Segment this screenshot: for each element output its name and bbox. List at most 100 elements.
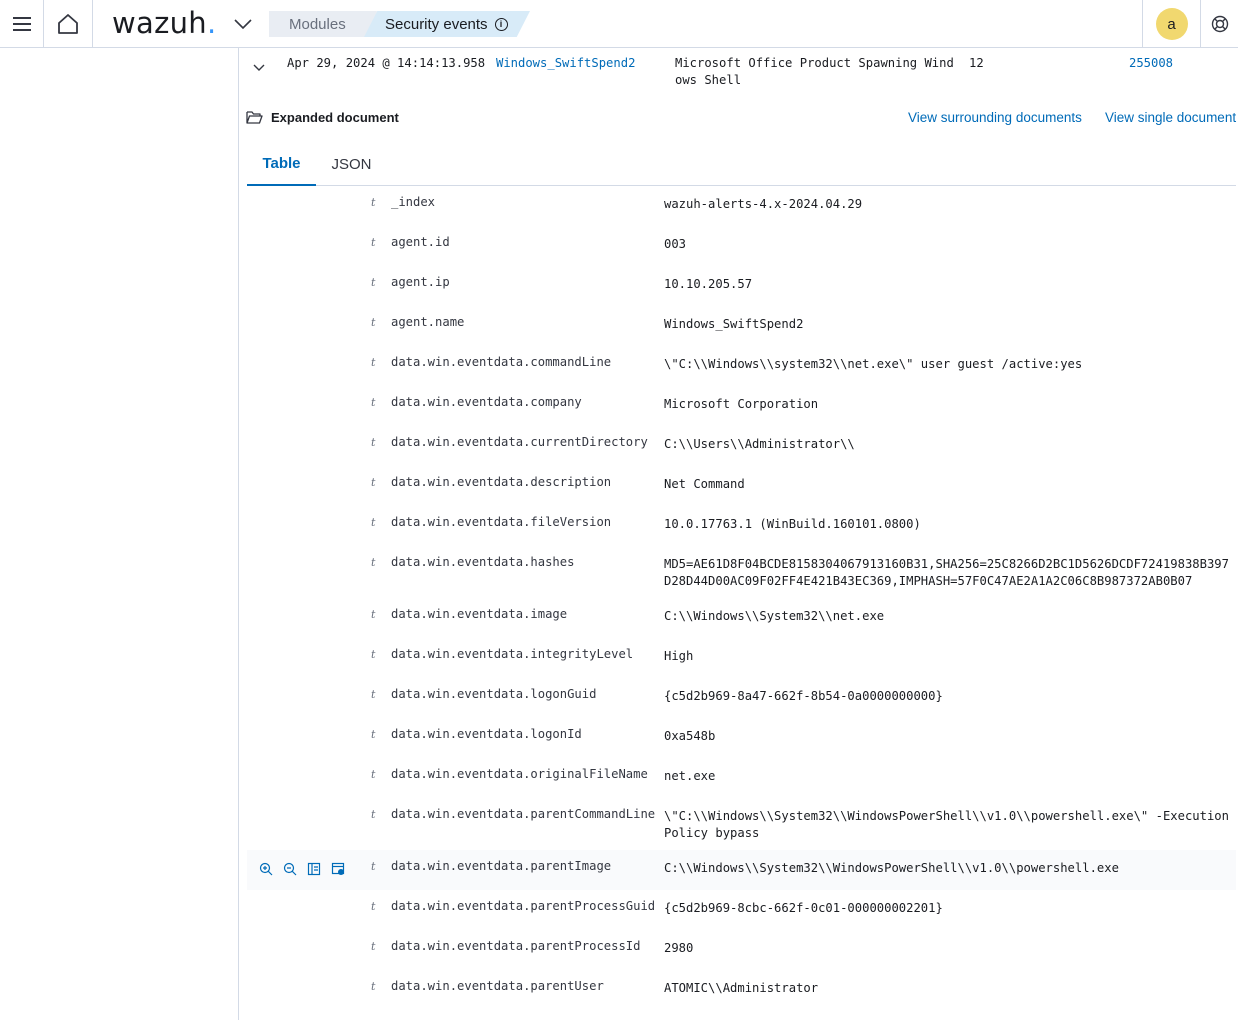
avatar-initial: a <box>1167 15 1176 33</box>
view-single-document-link[interactable]: View single document <box>1105 110 1236 125</box>
doc-view-tabs: Table JSON <box>247 142 1236 186</box>
event-level: 12 <box>969 56 984 70</box>
field-name: data.win.eventdata.originalFileName <box>391 767 648 781</box>
table-row[interactable]: t data.win.eventdata.parentProcessId 2980 <box>247 930 1236 970</box>
table-row[interactable]: t data.win.eventdata.image C:\\Windows\\Sy… <box>247 598 1236 638</box>
event-summary-row[interactable]: Apr 29, 2024 @ 14:14:13.958 Windows_Swif… <box>240 48 1238 96</box>
string-type-icon: t <box>371 316 376 329</box>
field-name: data.win.eventdata.fileVersion <box>391 515 612 529</box>
breadcrumb-modules[interactable]: Modules <box>269 11 377 37</box>
field-value-link[interactable]: 003 <box>664 236 1234 253</box>
field-name: data.win.eventdata.parentProcessId <box>391 939 641 953</box>
chevron-down-icon[interactable] <box>232 14 254 34</box>
string-type-icon: t <box>371 276 376 289</box>
event-agent-link[interactable]: Windows_SwiftSpend2 <box>496 56 635 70</box>
top-header: wazuh. Modules Security events i a <box>0 0 1238 48</box>
field-value: C:\\Windows\\System32\\WindowsPowerShell… <box>664 861 1119 875</box>
expanded-document-header: Expanded document View surrounding docum… <box>246 108 1238 130</box>
user-menu[interactable]: a <box>1142 0 1200 48</box>
string-type-icon: t <box>371 860 376 873</box>
event-rule-id-link[interactable]: 255008 <box>1129 56 1173 70</box>
table-row[interactable]: t _index wazuh-alerts-4.x-2024.04.29 <box>247 186 1236 226</box>
field-value: 10.10.205.57 <box>664 277 753 291</box>
document-fields-table: t _index wazuh-alerts-4.x-2024.04.29 t agent… <box>247 186 1236 1010</box>
field-name: data.win.eventdata.hashes <box>391 555 575 569</box>
field-value: C:\\Windows\\System32\\net.exe <box>664 609 885 623</box>
filter-for-value-icon[interactable] <box>259 862 273 876</box>
tab-json[interactable]: JSON <box>316 142 387 186</box>
field-value: {c5d2b969-8cbc-662f-0c01-000000002201} <box>664 901 943 915</box>
field-value: \"C:\\Windows\\System32\\WindowsPowerShe… <box>664 809 1229 840</box>
help-button[interactable] <box>1200 0 1238 48</box>
info-icon[interactable]: i <box>494 17 508 31</box>
avatar[interactable]: a <box>1155 8 1188 40</box>
table-row[interactable]: t data.win.eventdata.parentCommandLine \"C… <box>247 798 1236 850</box>
string-type-icon: t <box>371 900 376 913</box>
table-row[interactable]: t data.win.eventdata.logonGuid {c5d2b969-8… <box>247 678 1236 718</box>
field-name: data.win.eventdata.company <box>391 395 582 409</box>
field-value: C:\\Users\\Administrator\\ <box>664 437 855 451</box>
table-row[interactable]: t data.win.eventdata.company Microsoft Cor… <box>247 386 1236 426</box>
filter-exists-icon[interactable] <box>331 862 345 876</box>
event-timestamp: Apr 29, 2024 @ 14:14:13.958 <box>287 56 486 70</box>
table-row[interactable]: t data.win.eventdata.commandLine \"C:\\Win… <box>247 346 1236 386</box>
table-row[interactable]: t data.win.eventdata.originalFileName net.… <box>247 758 1236 798</box>
field-name: _index <box>391 195 436 209</box>
table-row[interactable]: t data.win.eventdata.parentUser ATOMIC\\Ad… <box>247 970 1236 1010</box>
logo-dot: . <box>206 6 217 40</box>
field-name: data.win.eventdata.commandLine <box>391 355 612 369</box>
table-row[interactable]: t data.win.eventdata.parentProcessGuid {c5… <box>247 890 1236 930</box>
wazuh-logo[interactable]: wazuh. <box>112 6 217 40</box>
field-value: 10.0.17763.1 (WinBuild.160101.0800) <box>664 517 921 531</box>
table-row[interactable]: t agent.id 003 <box>247 226 1236 266</box>
table-row[interactable]: t data.win.eventdata.hashes MD5=AE61D8F04B… <box>247 546 1236 598</box>
field-value: 0xa548b <box>664 729 716 743</box>
breadcrumb-security-events[interactable]: Security events i <box>364 11 530 37</box>
table-row[interactable]: t data.win.eventdata.fileVersion 10.0.1776… <box>247 506 1236 546</box>
string-type-icon: t <box>371 648 376 661</box>
field-value: wazuh-alerts-4.x-2024.04.29 <box>664 197 863 211</box>
field-value: MD5=AE61D8F04BCDE8158304067913160B31,SHA… <box>664 557 1229 588</box>
string-type-icon: t <box>371 556 376 569</box>
string-type-icon: t <box>371 728 376 741</box>
field-name: data.win.eventdata.description <box>391 475 612 489</box>
collapse-chevron-icon[interactable] <box>252 60 266 74</box>
table-row[interactable]: t agent.ip 10.10.205.57 <box>247 266 1236 306</box>
string-type-icon: t <box>371 980 376 993</box>
expanded-document-title: Expanded document <box>271 110 399 125</box>
view-surrounding-documents-link[interactable]: View surrounding documents <box>908 110 1082 125</box>
table-row[interactable]: t data.win.eventdata.logonId 0xa548b <box>247 718 1236 758</box>
field-name: data.win.eventdata.logonId <box>391 727 582 741</box>
field-value: Microsoft Corporation <box>664 397 819 411</box>
field-name: data.win.eventdata.parentCommandLine <box>391 807 656 821</box>
string-type-icon: t <box>371 356 376 369</box>
field-value: {c5d2b969-8a47-662f-8b54-0a0000000000} <box>664 689 943 703</box>
string-type-icon: t <box>371 516 376 529</box>
left-sidebar <box>0 48 239 1020</box>
field-name: data.win.eventdata.parentImage <box>391 859 612 873</box>
field-name: data.win.eventdata.currentDirectory <box>391 435 648 449</box>
string-type-icon: t <box>371 476 376 489</box>
string-type-icon: t <box>371 608 376 621</box>
home-button[interactable] <box>44 0 93 48</box>
field-value-link[interactable]: Windows_SwiftSpend2 <box>664 316 1234 333</box>
field-name: data.win.eventdata.integrityLevel <box>391 647 634 661</box>
table-row[interactable]: t data.win.eventdata.parentImage C:\\Windo… <box>247 850 1236 890</box>
tab-table[interactable]: Table <box>247 142 316 186</box>
hamburger-icon <box>12 17 31 31</box>
field-name: data.win.eventdata.image <box>391 607 568 621</box>
logo-text: wazuh <box>112 6 207 40</box>
string-type-icon: t <box>371 236 376 249</box>
menu-button[interactable] <box>0 0 44 48</box>
table-row[interactable]: t data.win.eventdata.integrityLevel High <box>247 638 1236 678</box>
field-value: net.exe <box>664 769 716 783</box>
table-row[interactable]: t data.win.eventdata.description Net Comma… <box>247 466 1236 506</box>
table-row[interactable]: t agent.name Windows_SwiftSpend2 <box>247 306 1236 346</box>
table-row[interactable]: t data.win.eventdata.currentDirectory C:\\… <box>247 426 1236 466</box>
filter-out-value-icon[interactable] <box>283 862 297 876</box>
folder-open-icon <box>246 111 263 124</box>
string-type-icon: t <box>371 688 376 701</box>
toggle-column-icon[interactable] <box>307 862 321 876</box>
string-type-icon: t <box>371 436 376 449</box>
field-value: Net Command <box>664 477 745 491</box>
